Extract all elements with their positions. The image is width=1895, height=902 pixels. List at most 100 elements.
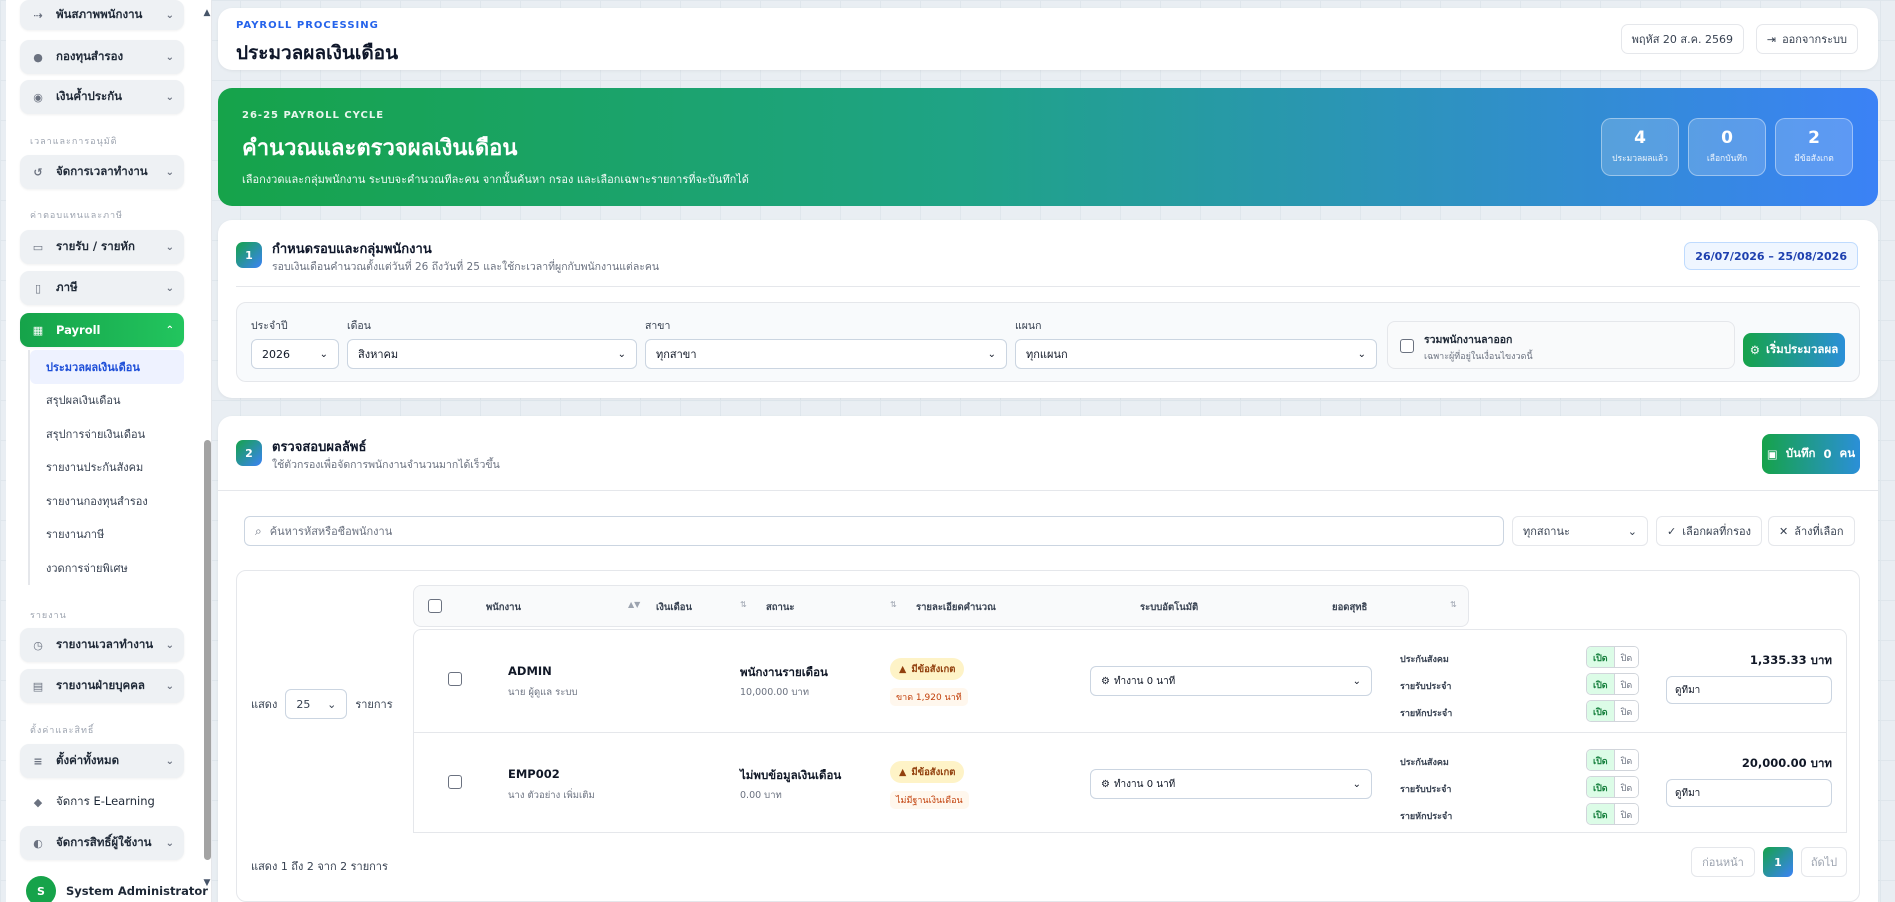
submenu-item-payment-summary[interactable]: สรุปการจ่ายเงินเดือน [30, 417, 184, 451]
user-profile[interactable]: S System Administrator [26, 876, 208, 902]
table-body: ADMIN นาย ผู้ดูแล ระบบ พนักงานรายเดือน 1… [413, 629, 1847, 833]
submenu-item-special[interactable]: งวดการจ่ายพิเศษ [30, 551, 184, 585]
toggle-off[interactable]: ปิด [1613, 647, 1639, 667]
stat-processed: 4 ประมวลผลแล้ว [1601, 118, 1679, 176]
dept-select[interactable]: ทุกแผนก ⌄ [1015, 339, 1377, 369]
submenu-item-social-security[interactable]: รายงานประกันสังคม [30, 451, 184, 485]
sidebar-scrollbar[interactable]: ▲ ▼ [202, 8, 211, 898]
pagination-info: แสดง 1 ถึง 2 จาก 2 รายการ [251, 860, 388, 873]
source-note-field[interactable] [1666, 676, 1832, 704]
employee-name: นาย ผู้ดูแล ระบบ [508, 687, 578, 698]
automation-value: ทำงาน 0 นาที [1113, 675, 1176, 687]
sort-icon[interactable]: ⇅ [890, 600, 897, 609]
branch-select[interactable]: ทุกสาขา ⌄ [645, 339, 1007, 369]
toggle-on[interactable]: เปิด [1587, 804, 1614, 824]
sidebar-item-report-hr[interactable]: ▤ รายงานฝ่ายบุคคล ⌄ [20, 669, 184, 703]
column-header-status[interactable]: สถานะ [766, 600, 794, 615]
toggle-on[interactable]: เปิด [1587, 647, 1614, 667]
select-filtered-label: เลือกผลที่กรอง [1682, 525, 1751, 538]
automation-select[interactable]: ⚙ ทำงาน 0 นาที ⌄ [1090, 666, 1372, 696]
toggle-income[interactable]: เปิด ปิด [1586, 776, 1640, 798]
submenu-item-tax-report[interactable]: รายงานภาษี [30, 518, 184, 552]
toggle-social-security[interactable]: เปิด ปิด [1586, 749, 1640, 771]
row-checkbox[interactable] [448, 672, 462, 686]
scrollbar-thumb[interactable] [204, 440, 211, 860]
search-box[interactable]: ⌕ [244, 516, 1504, 546]
wallet-icon: ▭ [32, 240, 44, 254]
next-page-button[interactable]: ถัดไป [1801, 847, 1847, 877]
clear-selection-button[interactable]: ✕ ล้างที่เลือก [1768, 516, 1855, 546]
status-filter-select[interactable]: ทุกสถานะ ⌄ [1512, 516, 1648, 546]
month-select[interactable]: สิงหาคม ⌄ [347, 339, 637, 369]
sidebar-item-payroll[interactable]: ▦ Payroll ⌃ [20, 313, 184, 347]
include-resigned-label: รวมพนักงานลาออก [1424, 334, 1513, 346]
source-note-field[interactable] [1666, 779, 1832, 807]
toggle-off[interactable]: ปิด [1613, 750, 1639, 770]
sidebar-item-income[interactable]: ▭ รายรับ / รายหัก ⌄ [20, 230, 184, 264]
toggle-label-social-security: ประกันสังคม [1400, 655, 1449, 665]
automation-select[interactable]: ⚙ ทำงาน 0 นาที ⌄ [1090, 769, 1372, 799]
column-header-salary[interactable]: เงินเดือน [656, 600, 692, 615]
submenu-item-provident[interactable]: รายงานกองทุนสำรอง [30, 484, 184, 518]
section-label-payroll: ค่าตอบแทนและภาษี [30, 211, 123, 221]
step1-desc: รอบเงินเดือนคำนวณตั้งแต่วันที่ 26 ถึงวัน… [272, 261, 660, 273]
sort-icon[interactable]: ⇅ [740, 600, 747, 609]
sidebar-item-tax[interactable]: ▯ ภาษี ⌄ [20, 271, 184, 305]
toggle-income[interactable]: เปิด ปิด [1586, 673, 1640, 695]
net-amount: 20,000.00 บาท [1741, 756, 1832, 770]
toggle-deduction[interactable]: เปิด ปิด [1586, 803, 1640, 825]
toggle-on[interactable]: เปิด [1587, 701, 1614, 721]
row-checkbox[interactable] [448, 775, 462, 789]
prev-page-button[interactable]: ก่อนหน้า [1691, 847, 1755, 877]
employee-name: นาง ตัวอย่าง เพิ่มเติม [508, 790, 595, 801]
toggle-off[interactable]: ปิด [1613, 804, 1639, 824]
column-header-employee[interactable]: พนักงาน [486, 600, 521, 615]
sidebar-item-time[interactable]: ↺ จัดการเวลาทำงาน ⌄ [20, 155, 184, 189]
toggle-off[interactable]: ปิด [1613, 674, 1639, 694]
include-resigned-checkbox[interactable] [1400, 339, 1414, 353]
source-note-input[interactable] [1675, 684, 1823, 696]
sidebar-item-report-time[interactable]: ◷ รายงานเวลาทำงาน ⌄ [20, 628, 184, 662]
source-note-input[interactable] [1675, 787, 1823, 799]
toggle-deduction[interactable]: เปิด ปิด [1586, 700, 1640, 722]
sidebar-item-resignation[interactable]: ⇢ พันสภาพพนักงาน ⌄ [20, 0, 184, 30]
sidebar-item-guarantee[interactable]: ◉ เงินค้ำประกัน ⌄ [20, 80, 184, 114]
submenu-item-summary[interactable]: สรุปผลเงินเดือน [30, 384, 184, 418]
search-input[interactable] [269, 524, 1493, 538]
toggle-off[interactable]: ปิด [1613, 777, 1639, 797]
table-row: ADMIN นาย ผู้ดูแล ระบบ พนักงานรายเดือน 1… [414, 630, 1846, 732]
include-resigned-option[interactable]: รวมพนักงานลาออก เฉพาะผู้ที่อยู่ในเงื่อนไ… [1387, 321, 1735, 369]
stat-label: มีข้อสังเกต [1794, 154, 1834, 164]
select-filtered-button[interactable]: ✓ เลือกผลที่กรอง [1656, 516, 1762, 546]
page-1-button[interactable]: 1 [1763, 847, 1793, 877]
sort-icon[interactable]: ⇅ [1450, 600, 1457, 609]
toggle-on[interactable]: เปิด [1587, 777, 1614, 797]
toggle-on[interactable]: เปิด [1587, 674, 1614, 694]
avatar: S [26, 876, 56, 902]
check-double-icon: ✓ [1667, 524, 1677, 538]
page-size-select[interactable]: 25 ⌄ [285, 689, 348, 719]
logout-button[interactable]: ⇥ ออกจากระบบ [1755, 24, 1858, 54]
stat-warnings: 2 มีข้อสังเกต [1775, 118, 1853, 176]
sidebar-item-user-rights[interactable]: ◐ จัดการสิทธิ์ผู้ใช้งาน ⌄ [20, 826, 184, 860]
select-all-checkbox[interactable] [428, 599, 442, 613]
column-header-net[interactable]: ยอดสุทธิ [1332, 600, 1367, 615]
chevron-down-icon: ⌄ [165, 166, 174, 178]
scroll-down-arrow-icon[interactable]: ▼ [202, 878, 211, 888]
start-process-button[interactable]: ⚙ เริ่มประมวลผล [1743, 333, 1845, 367]
sidebar-item-settings[interactable]: ≡ ตั้งค่าทั้งหมด ⌄ [20, 744, 184, 778]
scroll-up-arrow-icon[interactable]: ▲ [202, 8, 211, 18]
sidebar-item-elearning[interactable]: ◆ จัดการ E-Learning [20, 785, 184, 819]
toggle-on[interactable]: เปิด [1587, 750, 1614, 770]
save-button[interactable]: ▣ บันทึก 0 คน [1762, 434, 1860, 474]
toggle-social-security[interactable]: เปิด ปิด [1586, 646, 1640, 668]
toggle-off[interactable]: ปิด [1613, 701, 1639, 721]
step2-title: ตรวจสอบผลลัพธ์ [272, 440, 367, 455]
column-header-details: รายละเอียดคำนวณ [916, 602, 996, 613]
stat-label: ประมวลผลแล้ว [1612, 154, 1668, 164]
submenu-item-process[interactable]: ประมวลผลเงินเดือน [30, 350, 184, 384]
sort-icon[interactable]: ▲▼ [628, 600, 640, 609]
year-select[interactable]: 2026 ⌄ [251, 339, 339, 369]
sidebar-item-provident-fund[interactable]: ● กองทุนสำรอง ⌄ [20, 40, 184, 74]
status-detail: ไม่มีฐานเงินเดือน [890, 791, 969, 809]
